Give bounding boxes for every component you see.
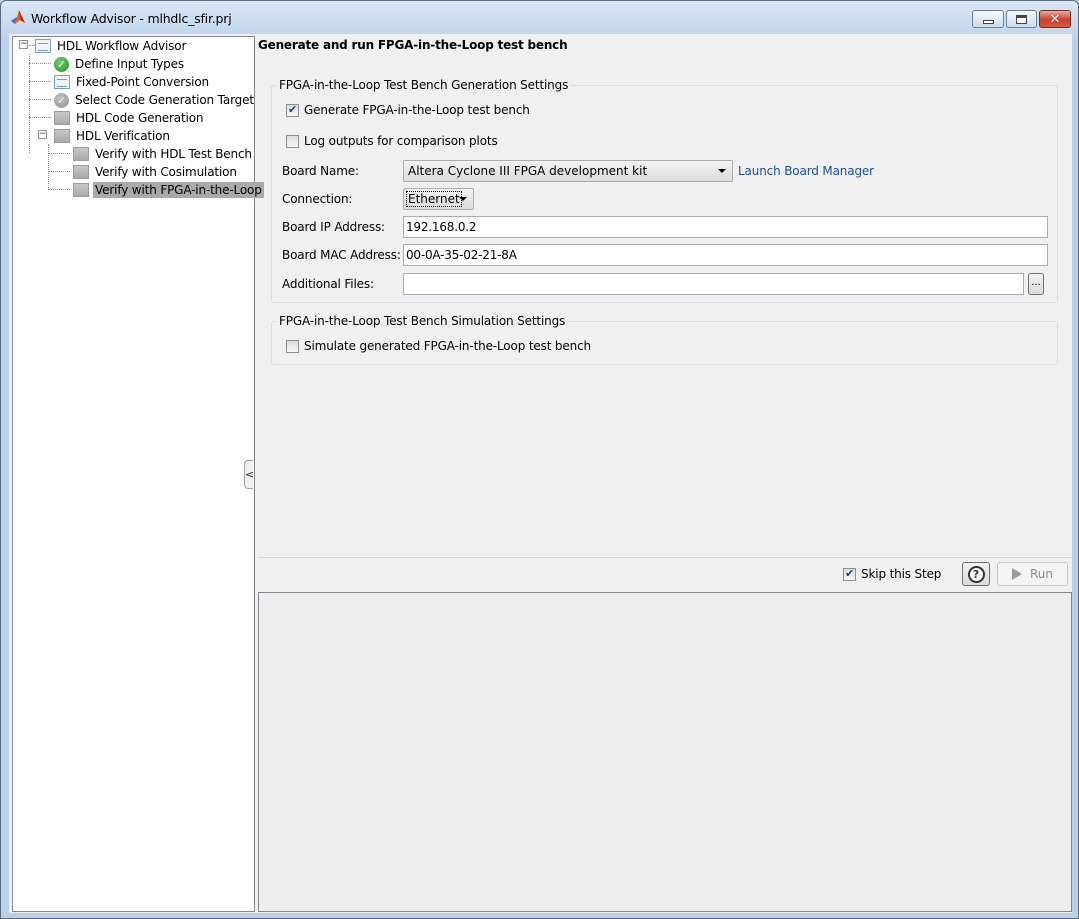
skip-step-checkbox[interactable]: Skip this Step — [843, 567, 941, 581]
client-area: − − HDL Workflow Advisor ✓ Define Input … — [9, 34, 1072, 913]
additional-files-input[interactable] — [403, 273, 1024, 295]
matlab-logo-icon — [11, 10, 25, 24]
tree-connector — [48, 171, 70, 172]
green-check-icon: ✓ — [54, 56, 69, 72]
close-button[interactable]: ✕ — [1039, 10, 1071, 28]
tree-connector — [48, 153, 70, 154]
tree-item-verify-cosimulation[interactable]: Verify with Cosimulation — [73, 163, 239, 181]
gray-task-icon — [54, 111, 70, 125]
help-icon: ? — [967, 565, 985, 583]
step-title: Generate and run FPGA-in-the-Loop test b… — [258, 38, 568, 52]
output-pane[interactable] — [258, 592, 1072, 912]
board-ip-label: Board IP Address: — [282, 220, 385, 234]
board-name-dropdown[interactable]: Altera Cyclone III FPGA development kit — [403, 160, 733, 182]
tree-item-define-input-types[interactable]: ✓ Define Input Types — [54, 55, 186, 73]
checkbox-checked-icon — [843, 567, 856, 581]
log-outputs-checkbox[interactable]: Log outputs for comparison plots — [286, 134, 498, 148]
launch-board-manager-link[interactable]: Launch Board Manager — [738, 164, 874, 178]
board-ip-input[interactable] — [403, 216, 1048, 238]
tree-connector — [48, 144, 49, 190]
tree-item-verify-fpga-in-the-loop[interactable]: Verify with FPGA-in-the-Loop — [73, 181, 264, 199]
tree-connector — [29, 81, 51, 82]
dropdown-arrow-icon — [718, 169, 726, 173]
title-bar[interactable]: Workflow Advisor - mlhdlc_sfir.prj ✕ — [1, 1, 1078, 35]
tree-connector — [29, 117, 51, 118]
checkbox-unchecked-icon — [286, 339, 299, 353]
simulation-settings-legend: FPGA-in-the-Loop Test Bench Simulation S… — [277, 314, 568, 328]
connection-dropdown[interactable]: Ethernet — [403, 188, 474, 210]
additional-files-label: Additional Files: — [282, 277, 374, 291]
close-icon: ✕ — [1049, 11, 1061, 27]
window-title: Workflow Advisor - mlhdlc_sfir.prj — [31, 11, 232, 26]
list-icon — [35, 39, 51, 53]
play-icon — [1011, 568, 1022, 580]
tree-item-hdl-workflow-advisor[interactable]: HDL Workflow Advisor — [35, 37, 188, 55]
browse-files-button[interactable]: ... — [1028, 273, 1044, 295]
ellipsis-icon: ... — [1031, 277, 1041, 288]
tree-connector — [48, 189, 70, 190]
workflow-tree[interactable]: − − HDL Workflow Advisor ✓ Define Input … — [12, 36, 264, 912]
connection-label: Connection: — [282, 192, 353, 206]
generation-settings-group — [271, 85, 1058, 303]
simulate-tb-checkbox[interactable]: Simulate generated FPGA-in-the-Loop test… — [286, 339, 591, 353]
tree-item-fixed-point-conversion[interactable]: Fixed-Point Conversion — [54, 73, 211, 91]
maximize-button[interactable] — [1006, 10, 1037, 28]
workflow-advisor-window: Workflow Advisor - mlhdlc_sfir.prj ✕ − − — [0, 0, 1079, 919]
divider — [258, 557, 1072, 558]
tree-connector — [29, 54, 30, 153]
checkbox-unchecked-icon — [286, 134, 299, 148]
board-mac-input[interactable] — [403, 244, 1048, 266]
checkbox-checked-icon — [286, 103, 299, 117]
run-button[interactable]: Run — [997, 562, 1068, 586]
list-icon — [54, 75, 70, 89]
collapse-panel-handle[interactable]: < — [244, 460, 255, 489]
board-name-label: Board Name: — [282, 164, 359, 178]
dropdown-arrow-icon — [459, 197, 467, 201]
board-mac-label: Board MAC Address: — [282, 248, 401, 262]
tree-item-verify-hdl-test-bench[interactable]: Verify with HDL Test Bench — [73, 145, 254, 163]
minimize-icon — [982, 19, 994, 24]
gray-task-icon — [54, 129, 70, 143]
gray-task-icon — [73, 165, 89, 179]
tree-connector — [29, 99, 51, 100]
generate-tb-checkbox[interactable]: Generate FPGA-in-the-Loop test bench — [286, 103, 530, 117]
help-button[interactable]: ? — [962, 562, 990, 586]
gray-check-icon: ✓ — [54, 92, 69, 108]
tree-item-hdl-verification[interactable]: HDL Verification — [54, 127, 172, 145]
tree-item-select-code-generation-target[interactable]: ✓ Select Code Generation Target — [54, 91, 256, 109]
collapse-verification-toggle[interactable]: − — [38, 130, 47, 139]
minimize-button[interactable] — [972, 10, 1004, 28]
tree-connector — [29, 63, 51, 64]
chevron-left-icon: < — [245, 468, 255, 481]
tree-item-hdl-code-generation[interactable]: HDL Code Generation — [54, 109, 205, 127]
generation-settings-legend: FPGA-in-the-Loop Test Bench Generation S… — [277, 78, 571, 92]
gray-task-icon — [73, 147, 89, 161]
maximize-icon — [1016, 14, 1027, 24]
gray-task-icon — [73, 183, 89, 197]
collapse-root-toggle[interactable]: − — [19, 40, 28, 49]
